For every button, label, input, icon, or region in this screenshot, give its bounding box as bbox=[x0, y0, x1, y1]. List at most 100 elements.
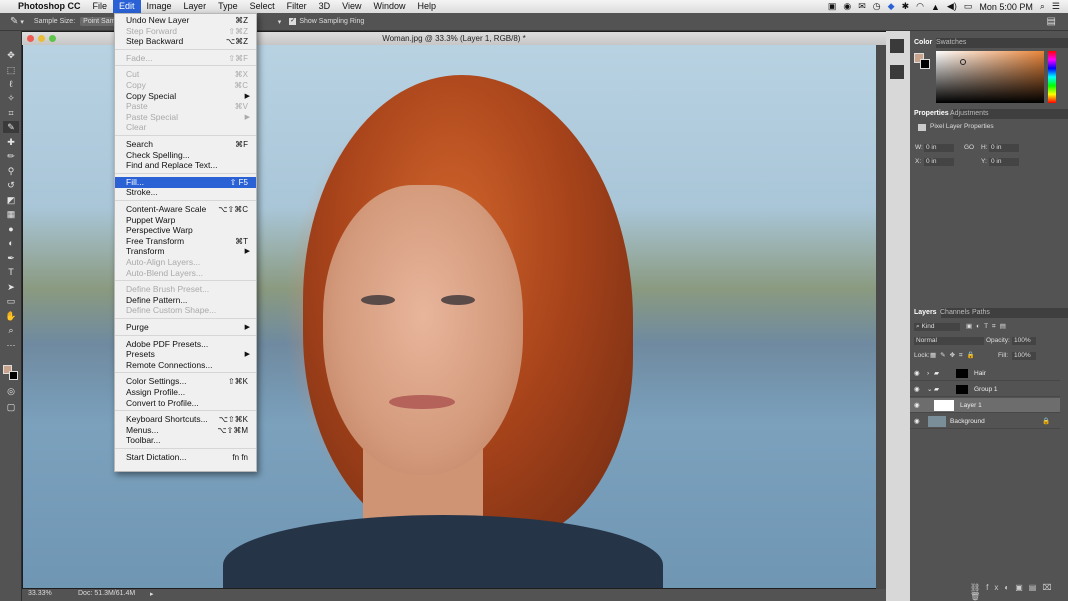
layer-name[interactable]: Layer 1 bbox=[960, 398, 982, 413]
path-selection-tool-icon[interactable]: ➤ bbox=[3, 281, 19, 293]
layer-row-group-1[interactable]: ◉ ⌄ ▰ Group 1 bbox=[910, 382, 1060, 397]
menu-item-start-dictation[interactable]: Start Dictation... fn fn bbox=[115, 452, 256, 463]
more-tools-icon[interactable]: ⋯ bbox=[3, 339, 19, 351]
menu-help[interactable]: Help bbox=[411, 0, 442, 13]
bluetooth-icon[interactable]: ✱ bbox=[902, 1, 910, 12]
vertical-scrollbar[interactable] bbox=[876, 45, 886, 589]
minimize-window-icon[interactable] bbox=[38, 35, 45, 42]
hue-slider[interactable] bbox=[1048, 51, 1056, 103]
apple-icon[interactable] bbox=[0, 0, 12, 13]
menu-select[interactable]: Select bbox=[244, 0, 281, 13]
quick-select-tool-icon[interactable]: ✧ bbox=[3, 92, 19, 104]
actions-panel-icon[interactable] bbox=[890, 65, 904, 79]
creative-cloud-icon[interactable]: ◉ bbox=[843, 1, 851, 12]
spotlight-icon[interactable]: ⌕ bbox=[1040, 1, 1045, 12]
layer-thumbnail[interactable] bbox=[934, 400, 954, 411]
tab-paths[interactable]: Paths bbox=[968, 308, 994, 318]
expand-arrow-icon[interactable]: › bbox=[927, 366, 929, 381]
menu-item-puppet-warp[interactable]: Puppet Warp bbox=[115, 215, 256, 226]
menu-window[interactable]: Window bbox=[367, 0, 411, 13]
airplay-icon[interactable]: ▲ bbox=[931, 2, 940, 12]
gradient-tool-icon[interactable]: ▦ bbox=[3, 208, 19, 220]
menu-item-toolbar[interactable]: Toolbar... bbox=[115, 435, 256, 446]
zoom-level[interactable]: 33.33% bbox=[28, 590, 52, 597]
layer-thumbnail[interactable] bbox=[928, 416, 946, 427]
x-field[interactable]: 0 in bbox=[924, 158, 954, 166]
layer-name[interactable]: Hair bbox=[974, 366, 986, 381]
hand-tool-icon[interactable]: ✋ bbox=[3, 310, 19, 322]
dodge-tool-icon[interactable]: ◐ bbox=[3, 237, 19, 249]
workspace-icon[interactable]: ▤ bbox=[1047, 16, 1056, 27]
color-picker-field[interactable] bbox=[936, 51, 1044, 103]
layer-name[interactable]: Background bbox=[950, 414, 985, 429]
layer-filter-kind-select[interactable]: ⌕ Kind bbox=[914, 323, 960, 331]
layer-mask-thumbnail[interactable] bbox=[956, 369, 968, 378]
camera-icon[interactable]: ▣ bbox=[828, 1, 837, 12]
collapse-arrow-icon[interactable]: ⌄ bbox=[927, 382, 932, 397]
menu-item-fill[interactable]: Fill... ⇧ F5 bbox=[115, 176, 256, 188]
menu-item-purge[interactable]: Purge ▶ bbox=[115, 322, 256, 333]
dropbox-icon[interactable]: ◆ bbox=[888, 1, 895, 12]
fill-field[interactable]: 100% bbox=[1012, 352, 1036, 360]
menu-item-content-aware-scale[interactable]: Content-Aware Scale ⌥⇧⌘C bbox=[115, 204, 256, 215]
menu-item-transform[interactable]: Transform ▶ bbox=[115, 246, 256, 257]
menu-item-keyboard-shortcuts[interactable]: Keyboard Shortcuts... ⌥⇧⌘K bbox=[115, 414, 256, 425]
eyedropper-tool-icon[interactable]: ✎ bbox=[10, 16, 18, 27]
menu-filter[interactable]: Filter bbox=[281, 0, 313, 13]
menu-file[interactable]: File bbox=[87, 0, 114, 13]
visibility-eye-icon[interactable]: ◉ bbox=[914, 382, 920, 397]
clone-stamp-tool-icon[interactable]: ⚲ bbox=[3, 165, 19, 177]
menu-item-perspective-warp[interactable]: Perspective Warp bbox=[115, 225, 256, 236]
app-menu[interactable]: Photoshop CC bbox=[12, 0, 87, 13]
background-color-swatch[interactable] bbox=[9, 371, 18, 380]
menu-item-free-transform[interactable]: Free Transform ⌘T bbox=[115, 236, 256, 247]
menu-type[interactable]: Type bbox=[212, 0, 244, 13]
menu-item-check-spelling[interactable]: Check Spelling... bbox=[115, 150, 256, 161]
layer-row-background[interactable]: ◉ Background 🔒 bbox=[910, 414, 1060, 429]
menu-item-color-settings[interactable]: Color Settings... ⇧⌘K bbox=[115, 376, 256, 387]
color-picker-cursor[interactable] bbox=[960, 59, 966, 65]
marquee-tool-icon[interactable]: ⬚ bbox=[3, 64, 19, 76]
volume-icon[interactable]: ◀) bbox=[947, 1, 957, 12]
width-field[interactable]: 0 in bbox=[924, 144, 954, 152]
battery-icon[interactable]: ▭ bbox=[964, 1, 973, 12]
zoom-window-icon[interactable] bbox=[49, 35, 56, 42]
healing-brush-tool-icon[interactable]: ✚ bbox=[3, 136, 19, 148]
pen-tool-icon[interactable]: ✒ bbox=[3, 252, 19, 264]
tool-preset-chevron-icon[interactable]: ▾ bbox=[20, 18, 24, 26]
layers-footer-icons[interactable]: ⛓fx◐▣▤⌧🗑 bbox=[970, 583, 1068, 601]
layer-filter-icons[interactable]: ▣◐T⌗▤ bbox=[966, 323, 1010, 331]
clock-icon[interactable]: ◷ bbox=[873, 1, 881, 12]
y-field[interactable]: 0 in bbox=[989, 158, 1019, 166]
visibility-eye-icon[interactable]: ◉ bbox=[914, 414, 920, 429]
tab-swatches[interactable]: Swatches bbox=[932, 38, 970, 48]
menu-item-define-pattern[interactable]: Define Pattern... bbox=[115, 295, 256, 306]
eraser-tool-icon[interactable]: ◩ bbox=[3, 194, 19, 206]
menu-item-assign-profile[interactable]: Assign Profile... bbox=[115, 387, 256, 398]
brush-tool-icon[interactable]: ✏ bbox=[3, 150, 19, 162]
crop-tool-icon[interactable]: ⌗ bbox=[3, 107, 19, 119]
menu-item-menus[interactable]: Menus... ⌥⇧⌘M bbox=[115, 425, 256, 436]
height-field[interactable]: 0 in bbox=[989, 144, 1019, 152]
wifi-icon[interactable]: ◠ bbox=[916, 1, 924, 12]
menu-item-copy-special[interactable]: Copy Special ▶ bbox=[115, 91, 256, 102]
menu-item-undo-new-layer[interactable]: Undo New Layer ⌘Z bbox=[115, 15, 256, 26]
opacity-field[interactable]: 100% bbox=[1012, 337, 1036, 345]
tab-adjustments[interactable]: Adjustments bbox=[946, 109, 993, 119]
menu-item-search[interactable]: Search ⌘F bbox=[115, 139, 256, 150]
menu-edit[interactable]: Edit bbox=[113, 0, 141, 13]
menu-item-adobe-pdf-presets[interactable]: Adobe PDF Presets... bbox=[115, 339, 256, 350]
visibility-eye-icon[interactable]: ◉ bbox=[914, 398, 920, 413]
quick-mask-icon[interactable]: ◎ bbox=[3, 385, 19, 397]
eyedropper-tool-icon[interactable]: ✎ bbox=[3, 121, 19, 133]
menu-layer[interactable]: Layer bbox=[178, 0, 213, 13]
lasso-tool-icon[interactable]: ℓ bbox=[3, 78, 19, 90]
layer-row-hair[interactable]: ◉ › ▰ Hair bbox=[910, 366, 1060, 381]
blur-tool-icon[interactable]: ● bbox=[3, 223, 19, 235]
show-sampling-ring-checkbox[interactable]: ✓ bbox=[289, 18, 297, 25]
close-window-icon[interactable] bbox=[27, 35, 34, 42]
zoom-tool-icon[interactable]: ⌕ bbox=[3, 324, 19, 336]
menu-item-find-and-replace-text[interactable]: Find and Replace Text... bbox=[115, 160, 256, 171]
rectangle-tool-icon[interactable]: ▭ bbox=[3, 295, 19, 307]
move-tool-icon[interactable]: ✥ bbox=[3, 49, 19, 61]
